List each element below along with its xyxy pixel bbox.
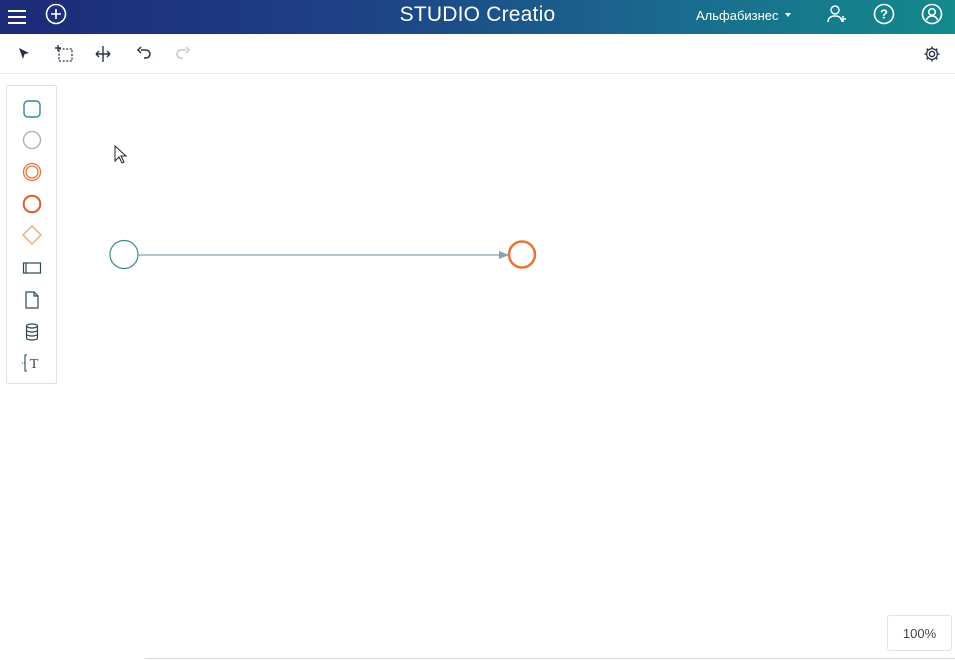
horizontal-scrollbar[interactable] — [145, 658, 955, 659]
add-user-icon[interactable] — [825, 0, 849, 31]
chevron-down-icon — [784, 13, 791, 17]
end-event[interactable] — [507, 240, 537, 269]
gear-icon[interactable] — [921, 44, 943, 64]
svg-text:?: ? — [880, 7, 888, 22]
pointer-tool-icon[interactable] — [13, 44, 35, 64]
zoom-label: 100% — [902, 625, 937, 641]
diagram-canvas[interactable] — [0, 74, 955, 654]
profile-icon[interactable] — [920, 0, 944, 31]
workspace-selector[interactable]: Альфабизнес — [696, 0, 791, 30]
top-bar: STUDIO Creatio Альфабизнес ? — [0, 0, 955, 34]
mouse-cursor-icon — [114, 145, 128, 164]
add-circle-icon[interactable] — [44, 0, 68, 31]
menu-icon[interactable] — [6, 0, 28, 34]
help-icon[interactable]: ? — [872, 0, 896, 31]
workspace-label: Альфабизнес — [696, 7, 779, 23]
undo-icon[interactable] — [133, 44, 155, 64]
start-event[interactable] — [109, 239, 139, 270]
space-tool-icon[interactable] — [92, 44, 114, 64]
redo-icon[interactable] — [172, 44, 194, 64]
designer-toolbar — [0, 34, 955, 74]
lasso-select-icon[interactable] — [53, 44, 75, 64]
app-brand: STUDIO Creatio — [0, 0, 955, 30]
brand-text[interactable]: STUDIO Creatio — [400, 3, 556, 26]
zoom-level[interactable]: 100% — [887, 615, 952, 651]
